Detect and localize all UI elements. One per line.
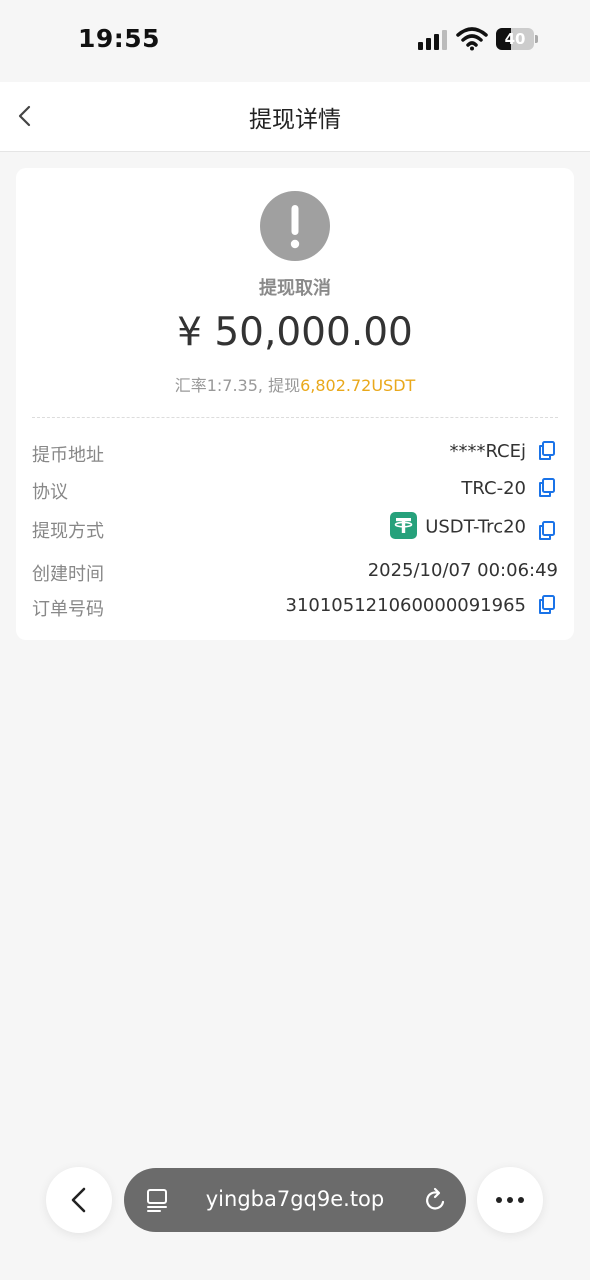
exchange-rate: 汇率1:7.35, 提现6,802.72USDT [16, 372, 574, 396]
copy-icon[interactable] [538, 595, 556, 615]
copy-icon[interactable] [538, 521, 556, 541]
reload-icon[interactable] [424, 1187, 448, 1213]
row-label: 创建时间 [32, 564, 104, 585]
status-time: 19:55 [78, 24, 161, 53]
row-value: TRC-20 [461, 478, 526, 499]
amount: ¥ 50,000.00 [177, 310, 413, 355]
status-icon [260, 191, 330, 261]
detail-row-method: 提现方式 USDT-Trc20 [32, 512, 558, 543]
tether-icon [390, 512, 418, 539]
row-value: ****RCEj [449, 441, 526, 462]
detail-row-order-number: 订单号码 310105121060000091965 [32, 591, 558, 621]
row-label: 订单号码 [32, 599, 104, 620]
row-label: 提现方式 [32, 521, 104, 542]
chevron-left-icon [71, 1187, 86, 1213]
more-icon [496, 1197, 524, 1203]
rate-prefix: 汇率1:7.35, 提现 [174, 376, 301, 395]
method-text: USDT-Trc20 [425, 516, 526, 538]
browser-toolbar: yingba7gq9e.top [0, 1150, 590, 1250]
signal-icon [418, 30, 447, 50]
withdraw-detail-card: 提现取消 ¥ 50,000.00 汇率1:7.35, 提现6,802.72USD… [16, 168, 574, 640]
page-title: 提现详情 [249, 107, 341, 133]
detail-row-created-time: 创建时间 2025/10/07 00:06:49 [32, 556, 558, 586]
battery-icon: 40 [496, 28, 540, 50]
status-label: 提现取消 [259, 278, 331, 299]
usdt-amount: 6,802.72USDT [300, 376, 416, 395]
url-text: yingba7gq9e.top [205, 1187, 385, 1211]
battery-level: 40 [504, 30, 526, 48]
row-label: 提币地址 [32, 445, 104, 466]
nav-bar: 提现详情 [0, 82, 590, 152]
divider [32, 417, 558, 418]
row-value: USDT-Trc20 [390, 512, 526, 541]
copy-icon[interactable] [538, 441, 556, 461]
status-bar: 19:55 40 [0, 0, 590, 82]
exclamation-icon [290, 205, 300, 249]
browser-back-button[interactable] [46, 1167, 112, 1233]
address-bar[interactable]: yingba7gq9e.top [124, 1168, 466, 1232]
detail-row-protocol: 协议 TRC-20 [32, 474, 558, 504]
row-value: 310105121060000091965 [285, 595, 527, 616]
row-value: 2025/10/07 00:06:49 [367, 560, 558, 581]
wifi-icon [456, 27, 488, 51]
copy-icon[interactable] [538, 478, 556, 498]
more-button[interactable] [477, 1167, 543, 1233]
detail-row-address: 提币地址 ****RCEj [32, 437, 558, 467]
row-label: 协议 [32, 482, 68, 503]
